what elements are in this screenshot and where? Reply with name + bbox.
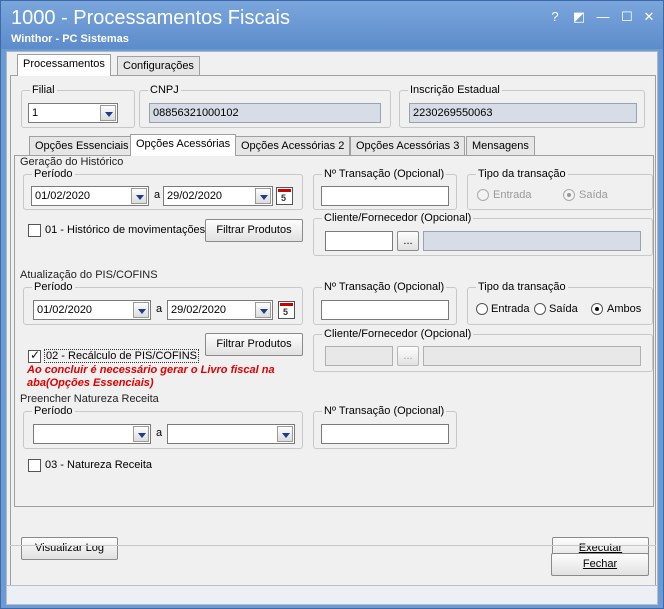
- pis-ambos-label: Ambos: [607, 303, 642, 315]
- pis-warning-line1: Ao concluir é necessário gerar o Livro f…: [27, 364, 275, 376]
- fechar-button[interactable]: Fechar: [551, 553, 649, 576]
- tab-opcoes-acessorias-2[interactable]: Opções Acessórias 2: [235, 136, 351, 156]
- pis-section-title: Atualização do PIS/COFINS: [20, 269, 158, 281]
- historico-cliente-code[interactable]: [325, 231, 393, 251]
- pis-tipo-label: Tipo da transação: [478, 281, 566, 293]
- historico-entrada-label: Entrada: [493, 189, 532, 201]
- historico-cliente-name: [423, 231, 641, 251]
- pis-warning-line2: aba(Opções Essenciais): [27, 377, 154, 389]
- historico-date-to[interactable]: 29/02/2020: [163, 186, 273, 206]
- visualizar-log-button[interactable]: Visualizar Log: [21, 537, 118, 560]
- ie-field: 2230269550063: [409, 103, 637, 123]
- historico-date-from[interactable]: 01/02/2020: [31, 186, 149, 206]
- historico-transacao-input[interactable]: [321, 186, 449, 206]
- calendar-icon[interactable]: [276, 187, 293, 205]
- maximize-icon[interactable]: ☐: [619, 9, 635, 25]
- tab-configuracoes[interactable]: Configurações: [117, 56, 200, 76]
- pis-cliente-name: [423, 346, 641, 366]
- divider: [10, 545, 656, 546]
- status-bar: [6, 585, 658, 605]
- natureza-date-from[interactable]: [33, 424, 151, 444]
- pis-entrada-radio[interactable]: [476, 303, 488, 315]
- historico-tipo-label: Tipo da transação: [478, 168, 566, 180]
- historico-checkbox[interactable]: [28, 224, 41, 237]
- filial-select[interactable]: 1: [28, 103, 118, 123]
- tab-mensagens[interactable]: Mensagens: [466, 136, 535, 156]
- historico-saida-label: Saída: [579, 189, 608, 201]
- pis-date-to-value: 29/02/2020: [171, 304, 227, 316]
- minimize-icon[interactable]: —: [595, 9, 611, 25]
- close-icon[interactable]: ✕: [641, 9, 657, 25]
- natureza-date-to[interactable]: [167, 424, 295, 444]
- filial-value: 1: [32, 107, 39, 119]
- natureza-section-title: Preencher Natureza Receita: [20, 393, 159, 405]
- historico-entrada-radio[interactable]: [477, 189, 489, 201]
- pis-date-to[interactable]: 29/02/2020: [167, 300, 273, 320]
- pis-a-label: a: [156, 303, 163, 315]
- natureza-a-label: a: [156, 427, 163, 439]
- window-title: 1000 - Processamentos Fiscais: [11, 7, 291, 29]
- chevron-down-icon[interactable]: [131, 188, 147, 204]
- pis-cliente-lookup-button: ...: [397, 346, 419, 366]
- historico-periodo-label: Período: [34, 168, 73, 180]
- chevron-down-icon[interactable]: [277, 426, 293, 442]
- historico-saida-radio[interactable]: [563, 189, 575, 201]
- opcoes-acessorias-panel: Geração do Histórico Período 01/02/2020 …: [14, 155, 654, 507]
- application-window: 1000 - Processamentos Fiscais Winthor - …: [0, 0, 664, 609]
- tab-opcoes-acessorias[interactable]: Opções Acessórias: [130, 134, 237, 156]
- calendar-icon[interactable]: [278, 301, 295, 319]
- pis-saida-radio[interactable]: [534, 303, 546, 315]
- processamentos-panel: Filial 1 CNPJ 08856321000102 Inscrição E…: [10, 75, 656, 593]
- chevron-down-icon[interactable]: [255, 188, 271, 204]
- pis-entrada-label: Entrada: [491, 303, 530, 315]
- pis-ambos-radio[interactable]: [591, 303, 603, 315]
- cnpj-label: CNPJ: [150, 84, 179, 96]
- natureza-periodo-label: Período: [34, 405, 73, 417]
- title-bar: 1000 - Processamentos Fiscais Winthor - …: [1, 1, 663, 49]
- filial-label: Filial: [32, 84, 55, 96]
- pis-saida-label: Saída: [549, 303, 578, 315]
- historico-section-title: Geração do Histórico: [20, 156, 124, 168]
- historico-cliente-lookup-button[interactable]: ...: [397, 231, 419, 251]
- historico-date-to-value: 29/02/2020: [167, 190, 223, 202]
- ie-label: Inscrição Estadual: [410, 84, 500, 96]
- tab-processamentos[interactable]: Processamentos: [17, 54, 111, 76]
- pis-cliente-code: [325, 346, 393, 366]
- pis-transacao-input[interactable]: [321, 300, 449, 320]
- natureza-checkbox[interactable]: [28, 459, 41, 472]
- tab-opcoes-essenciais[interactable]: Opções Essenciais: [29, 136, 135, 156]
- cnpj-field: 08856321000102: [149, 103, 381, 123]
- pis-date-from-value: 01/02/2020: [37, 304, 93, 316]
- natureza-transacao-input[interactable]: [321, 424, 449, 444]
- historico-checkbox-label: 01 - Histórico de movimentações: [45, 224, 206, 236]
- natureza-transacao-label: Nº Transação (Opcional): [324, 405, 445, 417]
- pis-date-from[interactable]: 01/02/2020: [33, 300, 151, 320]
- pis-filtrar-button[interactable]: Filtrar Produtos: [205, 333, 303, 356]
- pis-transacao-label: Nº Transação (Opcional): [324, 281, 445, 293]
- natureza-checkbox-label: 03 - Natureza Receita: [45, 459, 152, 471]
- historico-cliente-label: Cliente/Fornecedor (Opcional): [324, 212, 472, 224]
- chevron-down-icon[interactable]: [255, 302, 271, 318]
- historico-transacao-label: Nº Transação (Opcional): [324, 168, 445, 180]
- help-icon[interactable]: ?: [547, 9, 563, 25]
- pis-periodo-label: Período: [34, 281, 73, 293]
- chevron-down-icon[interactable]: [100, 105, 116, 121]
- client-area: Processamentos Configurações Filial 1 CN…: [6, 51, 658, 605]
- historico-filtrar-button[interactable]: Filtrar Produtos: [205, 219, 303, 242]
- restore-icon[interactable]: ◩: [571, 9, 587, 25]
- chevron-down-icon[interactable]: [133, 302, 149, 318]
- pis-checkbox[interactable]: [28, 348, 41, 363]
- historico-a-label: a: [154, 189, 161, 201]
- chevron-down-icon[interactable]: [133, 426, 149, 442]
- window-subtitle: Winthor - PC Sistemas: [11, 33, 129, 45]
- tab-opcoes-acessorias-3[interactable]: Opções Acessórias 3: [350, 136, 466, 156]
- pis-checkbox-label: 02 - Recálculo de PIS/COFINS: [44, 349, 200, 363]
- pis-cliente-label: Cliente/Fornecedor (Opcional): [324, 328, 472, 340]
- historico-date-from-value: 01/02/2020: [35, 190, 91, 202]
